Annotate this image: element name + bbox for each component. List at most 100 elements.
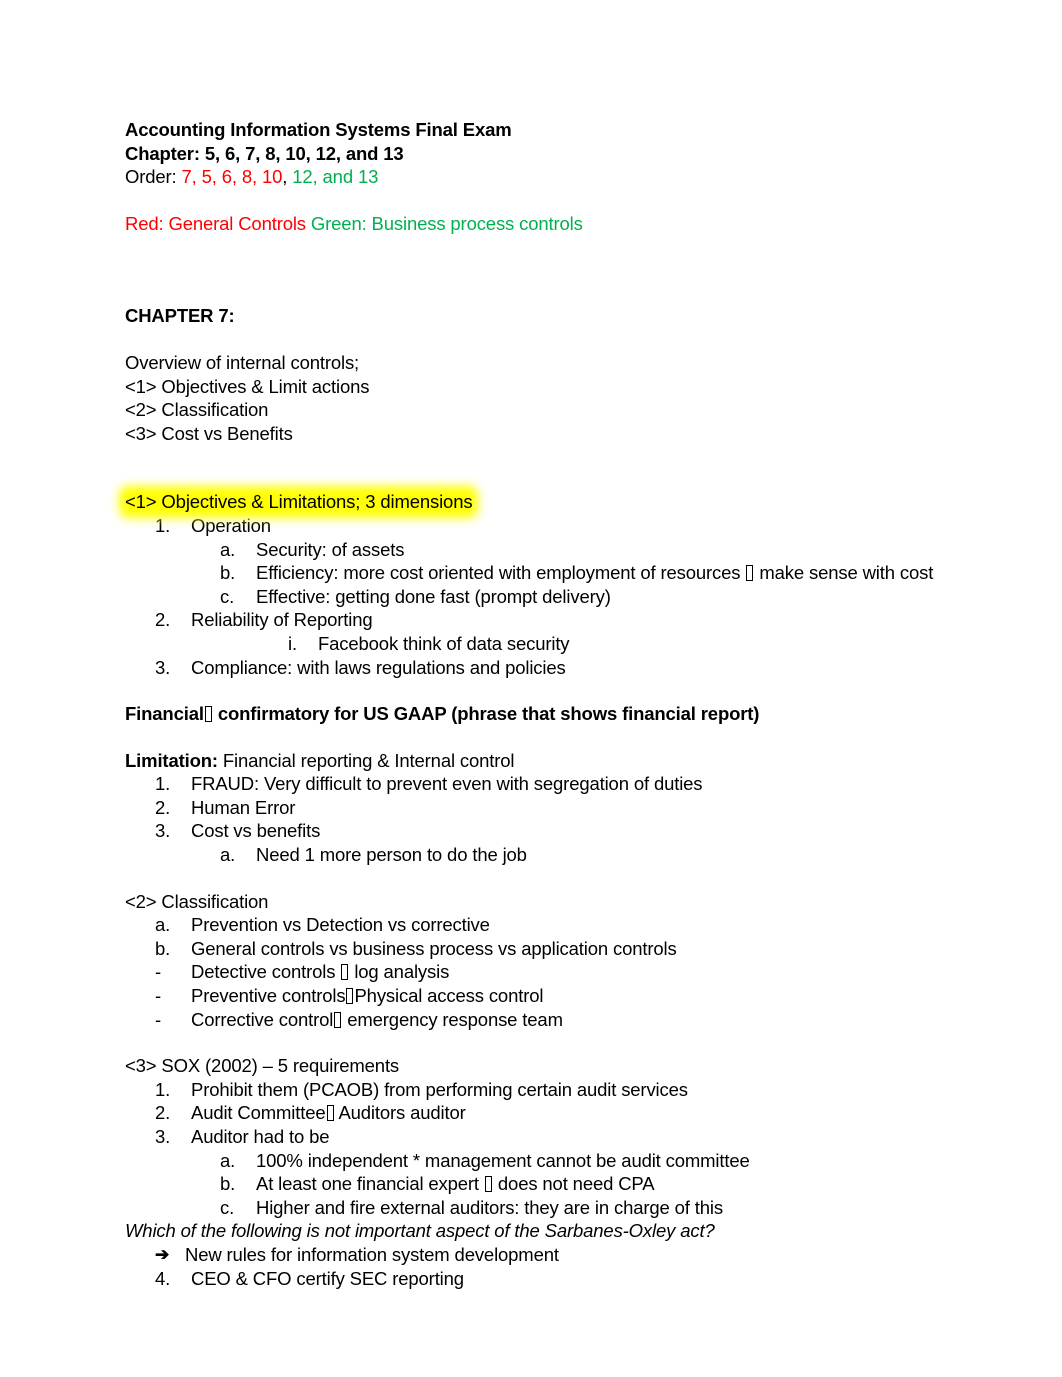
list-marker: i.	[288, 632, 297, 654]
list-item: i. Facebook think of data security	[125, 632, 1062, 656]
text-after-glyph: confirmatory for US GAAP (phrase that sh…	[212, 703, 760, 725]
text-after-glyph: log analysis	[349, 961, 450, 983]
list-marker: b.	[155, 937, 171, 959]
list-marker: -	[155, 961, 162, 983]
list-item: - Detective controls log analysis	[125, 960, 1062, 984]
list-marker: a.	[220, 538, 236, 560]
text-after-glyph: Auditors auditor	[334, 1102, 466, 1124]
missing-glyph-box-icon	[484, 1176, 492, 1193]
chapter-subtitle: Chapter: 5, 6, 7, 8, 10, 12, and 13	[125, 142, 404, 164]
list-text: Need 1 more person to do the job	[256, 844, 527, 866]
text-before-glyph: At least one financial expert	[256, 1173, 484, 1195]
list-item: 3. Auditor had to be	[125, 1125, 1062, 1149]
list-text: Preventive controls Physical access contr…	[191, 984, 1062, 1008]
list-text: At least one financial expert does not n…	[256, 1172, 1062, 1196]
list-item: - Preventive controls Physical access cont…	[125, 984, 1062, 1008]
list-text: Reliability of Reporting	[191, 609, 373, 631]
list-item: 4. CEO & CFO certify SEC reporting	[125, 1267, 1062, 1291]
missing-glyph-box-icon	[341, 964, 349, 981]
list-text: Audit Committee Auditors auditor	[191, 1101, 1062, 1125]
list-marker: 1.	[155, 1078, 171, 1100]
list-text: Facebook think of data security	[318, 632, 570, 654]
section-2-heading: <2> Classification	[125, 890, 269, 912]
list-text: 100% independent * management cannot be …	[256, 1149, 750, 1171]
order-separator: ,	[282, 166, 293, 188]
text-after-glyph: Physical access control	[354, 985, 544, 1007]
limitation-label: Limitation:	[125, 749, 218, 771]
overview-item-2: <2> Classification	[125, 399, 269, 421]
list-item: b. At least one financial expert does not…	[125, 1172, 1062, 1196]
missing-glyph-box-icon	[334, 1011, 342, 1028]
list-item: 1. Prohibit them (PCAOB) from performing …	[125, 1078, 1062, 1102]
list-marker: 3.	[155, 1126, 171, 1147]
document-page: Accounting Information Systems Final Exa…	[0, 0, 1062, 1377]
list-marker: 3.	[155, 820, 171, 842]
order-red-chapters: 7, 5, 6, 8, 10	[181, 166, 283, 188]
text-before-glyph: Efficiency: more cost oriented with empl…	[256, 562, 746, 584]
text-after-glyph: emergency response team	[342, 1008, 563, 1030]
list-marker: 3.	[155, 656, 171, 678]
list-marker: b.	[220, 562, 236, 584]
highlight-wrapper: <1> Objectives & Limitations; 3 dimensio…	[119, 486, 479, 518]
answer-text: New rules for information system develop…	[185, 1243, 559, 1265]
list-marker: c.	[220, 585, 235, 607]
list-marker: 2.	[155, 1102, 171, 1124]
text-after-glyph: make sense with cost	[754, 562, 934, 584]
list-marker: b.	[220, 1173, 236, 1195]
list-item: a. 100% independent * management cannot b…	[125, 1149, 1062, 1173]
text-before-glyph: Detective controls	[191, 961, 341, 983]
right-arrow-icon: ➔	[155, 1244, 170, 1264]
exam-question: Which of the following is not important …	[125, 1220, 715, 1242]
list-item: b. Efficiency: more cost oriented with em…	[125, 561, 1062, 585]
list-text: Detective controls log analysis	[191, 960, 1062, 984]
list-item: b. General controls vs business process v…	[125, 937, 1062, 961]
section-1-heading: <1> Objectives & Limitations; 3 dimensio…	[119, 486, 1062, 518]
list-item: c. Higher and fire external auditors: the…	[125, 1196, 1062, 1220]
text-before-glyph: Corrective control	[191, 1008, 334, 1030]
list-marker: -	[155, 1008, 162, 1030]
list-marker: c.	[220, 1196, 235, 1218]
order-green-chapters: 12, and 13	[292, 166, 379, 188]
list-marker: 2.	[155, 609, 171, 631]
section-3-heading: <3> SOX (2002) – 5 requirements	[125, 1055, 400, 1077]
list-item: a. Need 1 more person to do the job	[125, 843, 1062, 867]
list-marker: 4.	[155, 1267, 171, 1289]
missing-glyph-box-icon	[204, 706, 212, 723]
answer-item: ➔ New rules for information system develo…	[125, 1243, 1062, 1267]
order-label: Order:	[125, 166, 182, 188]
legend-green: Green: Business process controls	[305, 212, 583, 234]
list-item: 1. FRAUD: Very difficult to prevent even …	[125, 772, 1062, 796]
order-line: Order: 7, 5, 6, 8, 10, 12, and 13	[125, 165, 1062, 189]
text-before-glyph: Audit Committee	[191, 1102, 326, 1124]
list-marker: a.	[220, 1149, 236, 1171]
list-item: 2. Reliability of Reporting	[125, 608, 1062, 632]
list-item: - Corrective control emergency response t…	[125, 1008, 1062, 1032]
chapter-heading: CHAPTER 7:	[125, 305, 235, 327]
list-item: 3. Cost vs benefits	[125, 819, 1062, 843]
list-text: Compliance: with laws regulations and po…	[191, 656, 566, 678]
list-item: 3. Compliance: with laws regulations and …	[125, 656, 1062, 680]
list-marker: a.	[220, 844, 236, 866]
list-item: a. Prevention vs Detection vs corrective	[125, 913, 1062, 937]
overview-intro: Overview of internal controls;	[125, 351, 360, 373]
section-1-heading-text: <1> Objectives & Limitations; 3 dimensio…	[125, 491, 473, 513]
text-before-glyph: Financial	[125, 703, 204, 725]
list-text: Security: of assets	[256, 538, 405, 560]
list-text: FRAUD: Very difficult to prevent even wi…	[191, 773, 703, 795]
list-text: Auditor had to be	[191, 1126, 330, 1147]
text-after-glyph: does not need CPA	[492, 1173, 655, 1195]
list-text: Human Error	[191, 796, 296, 818]
list-text: CEO & CFO certify SEC reporting	[191, 1267, 464, 1289]
overview-item-3: <3> Cost vs Benefits	[125, 422, 293, 444]
list-text: Cost vs benefits	[191, 820, 321, 842]
limitation-line: Limitation: Financial reporting & Intern…	[125, 749, 1062, 773]
text-before-glyph: Preventive controls	[191, 985, 346, 1007]
list-item: c. Effective: getting done fast (prompt d…	[125, 585, 1062, 609]
legend-line: Red: General Controls Green: Business pr…	[125, 212, 1062, 236]
list-marker: a.	[155, 914, 171, 936]
page-title: Accounting Information Systems Final Exa…	[125, 119, 512, 140]
list-text: Prevention vs Detection vs corrective	[191, 914, 490, 936]
